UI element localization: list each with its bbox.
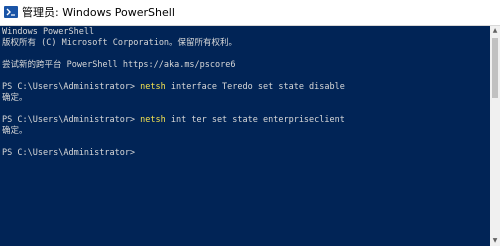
command-args: interface Teredo set state disable <box>165 82 345 92</box>
console-command-line: PS C:\Users\Administrator> netsh int ter… <box>2 115 490 126</box>
scroll-up-arrow-icon[interactable]: ▲ <box>490 26 500 36</box>
console-line: 尝试新的跨平台 PowerShell https://aka.ms/pscore… <box>2 60 236 70</box>
prompt-text: PS C:\Users\Administrator> <box>2 82 141 92</box>
console-line: 版权所有 (C) Microsoft Corporation。保留所有权利。 <box>2 38 238 48</box>
console-command-line: PS C:\Users\Administrator> netsh interfa… <box>2 82 490 93</box>
window-title: 管理员: Windows PowerShell <box>22 6 175 19</box>
command-name: netsh <box>140 82 166 92</box>
command-args: int ter set state enterpriseclient <box>165 115 345 125</box>
console-line: Windows PowerShell <box>2 27 95 37</box>
scroll-thumb[interactable] <box>492 38 498 98</box>
vertical-scrollbar[interactable]: ▲ ▼ <box>490 26 500 246</box>
prompt-text: PS C:\Users\Administrator> <box>2 115 141 125</box>
console-line: 确定。 <box>2 93 28 103</box>
console-line: 确定。 <box>2 126 28 136</box>
scroll-down-arrow-icon[interactable]: ▼ <box>490 236 500 246</box>
console-output[interactable]: Windows PowerShell 版权所有 (C) Microsoft Co… <box>0 27 490 246</box>
console-prompt-line[interactable]: PS C:\Users\Administrator> <box>2 148 490 159</box>
title-bar[interactable]: 管理员: Windows PowerShell <box>0 0 500 26</box>
command-name: netsh <box>140 115 166 125</box>
powershell-icon <box>4 6 18 18</box>
powershell-window: 管理员: Windows PowerShell Windows PowerShe… <box>0 0 500 246</box>
